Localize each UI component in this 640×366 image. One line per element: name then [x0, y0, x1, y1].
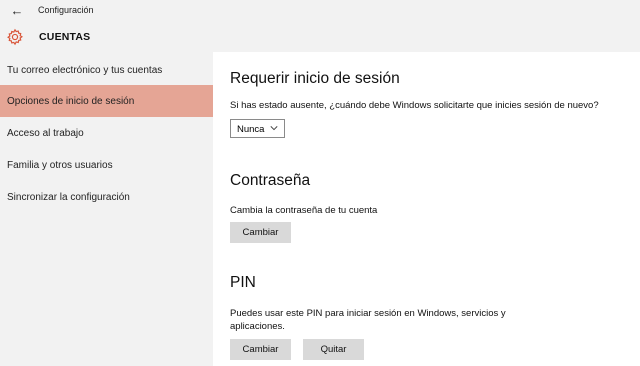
sidebar-item-work-access[interactable]: Acceso al trabajo: [0, 117, 213, 149]
sidebar-item-label: Acceso al trabajo: [7, 128, 84, 139]
back-arrow-icon[interactable]: ←: [8, 3, 26, 19]
pin-heading: PIN: [230, 274, 256, 291]
sidebar-item-label: Opciones de inicio de sesión: [7, 96, 135, 107]
sidebar-item-sync-settings[interactable]: Sincronizar la configuración: [0, 181, 213, 213]
sidebar-item-signin-options[interactable]: Opciones de inicio de sesión: [0, 85, 213, 117]
app-title: Configuración: [38, 5, 94, 15]
sidebar-item-label: Familia y otros usuarios: [7, 160, 113, 171]
remove-pin-button[interactable]: Quitar: [303, 339, 364, 360]
sidebar-item-email-accounts[interactable]: Tu correo electrónico y tus cuentas: [0, 54, 213, 86]
sidebar-item-label: Sincronizar la configuración: [7, 192, 130, 203]
require-signin-heading: Requerir inicio de sesión: [230, 70, 400, 87]
main-content: Requerir inicio de sesión Si has estado …: [213, 52, 640, 366]
change-password-button[interactable]: Cambiar: [230, 222, 291, 243]
section-title: CUENTAS: [39, 31, 91, 43]
chevron-down-icon: [270, 126, 278, 131]
title-bar: ← Configuración CUENTAS: [0, 0, 640, 52]
select-value: Nunca: [237, 124, 265, 135]
signin-timeout-select[interactable]: Nunca: [230, 119, 285, 138]
change-pin-button[interactable]: Cambiar: [230, 339, 291, 360]
sidebar: Tu correo electrónico y tus cuentas Opci…: [0, 52, 213, 366]
gear-icon: [7, 28, 23, 46]
sidebar-item-family-users[interactable]: Familia y otros usuarios: [0, 149, 213, 181]
sidebar-item-label: Tu correo electrónico y tus cuentas: [7, 65, 163, 76]
pin-description: Puedes usar este PIN para iniciar sesión…: [230, 308, 506, 332]
password-description: Cambia la contraseña de tu cuenta: [230, 205, 378, 216]
require-signin-question: Si has estado ausente, ¿cuándo debe Wind…: [230, 100, 599, 111]
password-heading: Contraseña: [230, 172, 311, 189]
